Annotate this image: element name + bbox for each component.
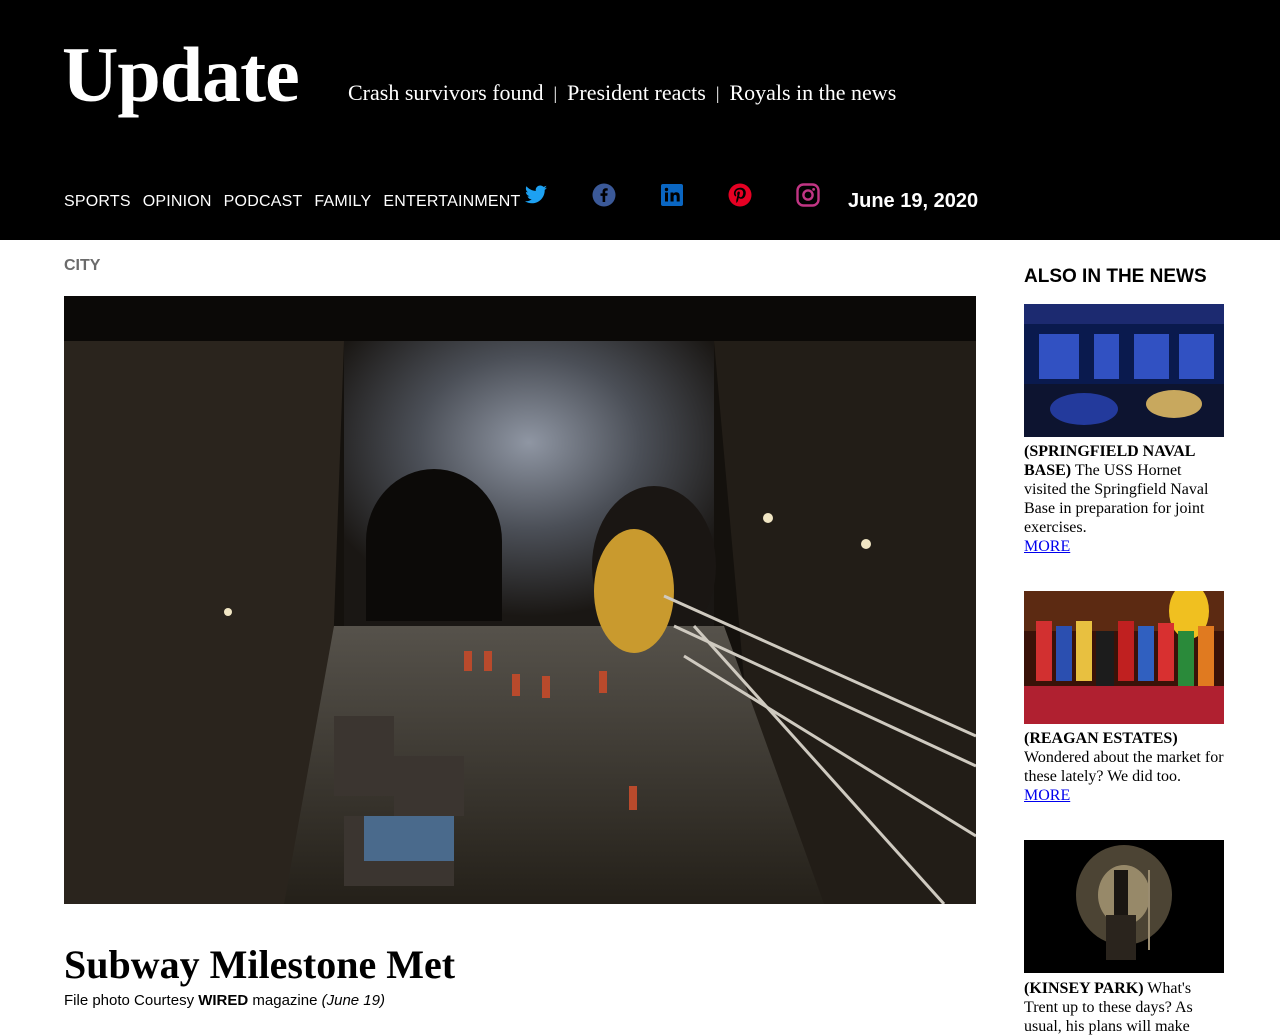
sidebar-heading: ALSO IN THE NEWS [1024,266,1207,287]
photo-credit: File photo Courtesy WIRED magazine (June… [64,991,385,1011]
headline-link-royals[interactable]: Royals in the news [729,78,896,108]
headline-link-president[interactable]: President reacts [567,78,706,108]
top-headlines: Crash survivors found | President reacts… [348,78,896,108]
more-link[interactable]: MORE [1024,537,1070,556]
facebook-icon[interactable] [592,183,616,207]
site-logo[interactable]: Update [62,30,300,120]
news-card-location: (REAGAN ESTATES) [1024,730,1178,747]
news-card-text: (KINSEY PARK) What's Trent up to these d… [1024,979,1224,1036]
site-header: Update Crash survivors found | President… [0,0,1280,240]
more-link[interactable]: MORE [1024,786,1070,805]
section-label[interactable]: CITY [64,257,100,275]
headline-separator: | [553,83,558,103]
news-card-summary: Wondered about the market for these late… [1024,749,1224,785]
headline-link-crash[interactable]: Crash survivors found [348,78,544,108]
news-card-text: (REAGAN ESTATES) Wondered about the mark… [1024,729,1224,805]
credit-prefix: File photo Courtesy [64,992,199,1009]
news-card-text: (SPRINGFIELD NAVAL BASE) The USS Hornet … [1024,442,1224,556]
instagram-icon[interactable] [796,183,820,207]
social-links [524,183,820,207]
credit-source: WIRED [198,992,249,1009]
credit-date: (June 19) [321,992,385,1009]
main-nav: SPORTS OPINION PODCAST FAMILY ENTERTAINM… [64,192,532,212]
nav-item-family[interactable]: FAMILY [314,192,371,212]
current-date: June 19, 2020 [848,190,979,212]
news-card-image[interactable] [1024,591,1224,724]
credit-middle: magazine [248,992,322,1009]
twitter-icon[interactable] [524,183,548,207]
news-card-image[interactable] [1024,840,1224,973]
nav-item-opinion[interactable]: OPINION [143,192,212,212]
pinterest-icon[interactable] [728,183,752,207]
news-card-image[interactable] [1024,304,1224,437]
nav-item-sports[interactable]: SPORTS [64,192,131,212]
linkedin-icon[interactable] [660,183,684,207]
headline-separator: | [715,83,720,103]
article-title: Subway Milestone Met [64,942,456,987]
news-card-location: (KINSEY PARK) [1024,980,1144,997]
hero-image [64,296,976,904]
nav-item-entertainment[interactable]: ENTERTAINMENT [383,192,520,212]
nav-item-podcast[interactable]: PODCAST [224,192,303,212]
